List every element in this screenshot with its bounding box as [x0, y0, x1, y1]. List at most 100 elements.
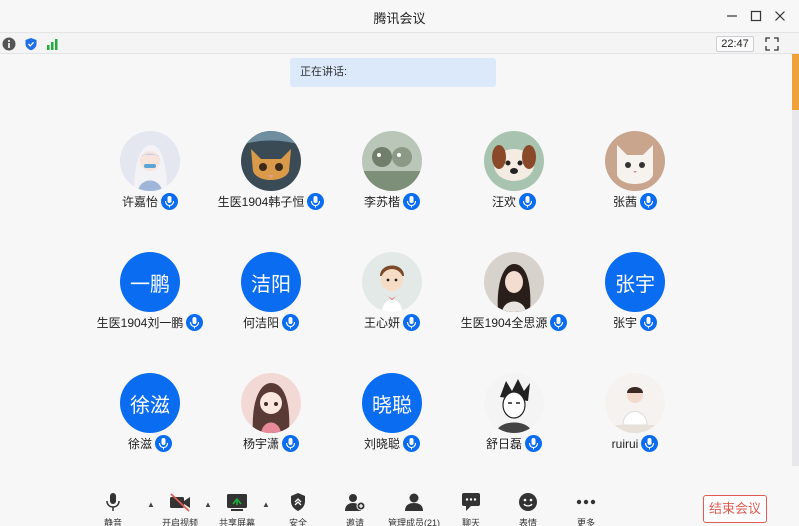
participant-tile[interactable]: 洁阳 何洁阳 [201, 252, 341, 342]
mic-active-icon [640, 193, 657, 210]
avatar [241, 131, 301, 191]
mic-active-icon [406, 196, 417, 208]
video-off-icon [170, 493, 190, 512]
participant-label: 汪欢 [444, 193, 584, 210]
participant-name: 生医1904韩子恒 [217, 195, 305, 209]
mic-active-icon [522, 196, 533, 208]
maximize-icon[interactable] [746, 6, 766, 26]
participant-tile[interactable]: ruirui [565, 373, 705, 463]
participant-label: 生医1904韩子恒 [201, 193, 341, 210]
mic-active-icon [285, 317, 296, 329]
minimize-icon[interactable] [722, 6, 742, 26]
participant-name: 李苏楷 [363, 195, 400, 209]
participant-tile[interactable]: 张茜 [565, 131, 705, 221]
participant-name: 舒日磊 [485, 437, 522, 451]
chat-icon [462, 493, 480, 511]
avatar [484, 373, 544, 433]
scrollbar-thumb[interactable] [792, 54, 799, 110]
invite-icon [345, 494, 366, 511]
scrollbar-track[interactable] [792, 110, 799, 466]
mic-active-icon [641, 435, 659, 452]
avatar [605, 373, 665, 433]
speaking-indicator: 正在讲话: [290, 58, 496, 87]
participant-tile[interactable]: 生医1904韩子恒 [201, 131, 341, 221]
chat-button[interactable]: 聊天 [441, 492, 501, 526]
mic-active-icon [164, 196, 175, 208]
mic-active-icon [403, 435, 420, 452]
participant-label: 生医1904刘一鹏 [80, 314, 220, 331]
participant-tile[interactable]: 王心妍 [322, 252, 462, 342]
participant-label: 张茜 [565, 193, 705, 210]
participant-tile[interactable]: 张宇 张宇 [565, 252, 705, 342]
participant-name: ruirui [611, 436, 639, 451]
more-icon [576, 499, 596, 505]
invite-button[interactable]: 邀请 [325, 492, 385, 526]
fullscreen-icon[interactable] [765, 37, 779, 51]
participant-tile[interactable]: 杨宇潇 [201, 373, 341, 463]
mic-active-icon [645, 438, 655, 450]
avatar [484, 252, 544, 312]
participant-tile[interactable]: 舒日磊 [444, 373, 584, 463]
mic-active-icon [155, 435, 172, 452]
avatar: 一鹏 [120, 252, 180, 312]
participant-tile[interactable]: 一鹏生医1904刘一鹏 [80, 252, 220, 342]
security-button[interactable]: 安全 [268, 492, 328, 526]
mic-active-icon [406, 317, 417, 329]
participant-tile[interactable]: 汪欢 [444, 131, 584, 221]
title-bar: 腾讯会议 [0, 0, 799, 32]
mic-active-icon [403, 193, 420, 210]
participant-tile[interactable]: 李苏楷 [322, 131, 462, 221]
share-screen-icon [227, 494, 247, 511]
mic-active-icon [643, 317, 654, 329]
participant-label: 许嘉怡 [80, 193, 220, 210]
mic-active-icon [403, 314, 420, 331]
microphone-icon [106, 493, 120, 511]
share-screen-button[interactable]: 共享屏幕 [207, 492, 267, 526]
participant-label: 杨宇潇 [201, 435, 341, 452]
participant-label: 生医1904全思源 [444, 314, 584, 331]
avatar [362, 131, 422, 191]
shield-icon[interactable] [24, 37, 38, 51]
participant-tile[interactable]: 许嘉怡 [80, 131, 220, 221]
avatar [362, 252, 422, 312]
participant-label: ruirui [565, 435, 705, 452]
participant-tile[interactable]: 徐滋 徐滋 [80, 373, 220, 463]
participant-label: 王心妍 [322, 314, 462, 331]
bottom-toolbar: 静音 ▲ 开启视频 ▲ 共享屏幕 ▲ 安全 邀请 管理成员(21) 聊天 表情 … [0, 488, 799, 526]
avatar [605, 131, 665, 191]
participant-label: 张宇 [565, 314, 705, 331]
mic-active-icon [519, 193, 536, 210]
avatar [484, 131, 544, 191]
mic-active-icon [161, 193, 178, 210]
avatar [120, 131, 180, 191]
emoji-icon [519, 493, 537, 511]
info-icon[interactable] [2, 37, 16, 51]
mute-button[interactable]: 静音 [83, 492, 143, 526]
participant-tile[interactable]: 生医1904全思源 [444, 252, 584, 342]
close-icon[interactable] [770, 6, 790, 26]
manage-members-button[interactable]: 管理成员(21) [384, 492, 444, 526]
participant-label: 李苏楷 [322, 193, 462, 210]
avatar: 张宇 [605, 252, 665, 312]
participant-label: 何洁阳 [201, 314, 341, 331]
participant-name: 王心妍 [363, 316, 400, 330]
participant-label: 刘晓聪 [322, 435, 462, 452]
participant-tile[interactable]: 晓聪 刘晓聪 [322, 373, 462, 463]
mic-active-icon [640, 314, 657, 331]
participant-name: 张宇 [612, 316, 637, 330]
meeting-info-bar: 22:47 [0, 32, 799, 54]
start-video-button[interactable]: 开启视频 [150, 492, 210, 526]
members-icon [405, 493, 423, 511]
end-meeting-button[interactable]: 结束会议 [703, 495, 767, 523]
participant-name: 生医1904刘一鹏 [96, 316, 184, 330]
security-icon [291, 493, 305, 511]
participant-label: 舒日磊 [444, 435, 584, 452]
participant-name: 徐滋 [127, 437, 152, 451]
participant-name: 张茜 [612, 195, 637, 209]
emoji-button[interactable]: 表情 [498, 492, 558, 526]
avatar: 徐滋 [120, 373, 180, 433]
more-button[interactable]: 更多 [556, 492, 616, 526]
signal-icon[interactable] [46, 37, 60, 51]
mic-active-icon [528, 438, 539, 450]
participant-name: 杨宇潇 [242, 437, 279, 451]
